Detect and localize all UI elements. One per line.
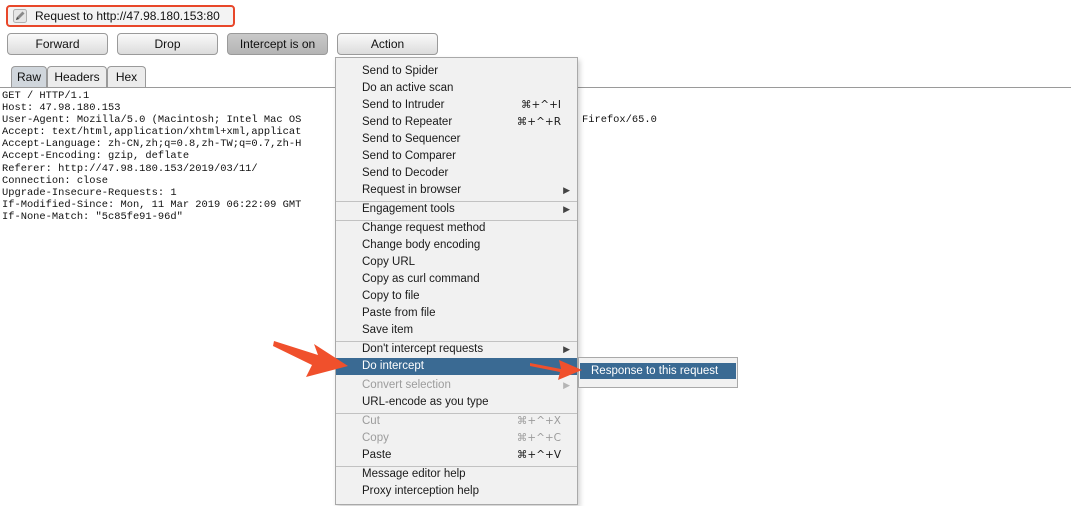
shortcut-paste: ⌘+^+V: [516, 449, 561, 461]
tab-headers[interactable]: Headers: [47, 66, 107, 87]
menu-item-send-to-spider[interactable]: Send to Spider: [336, 63, 577, 80]
menu-item-copy-to-file[interactable]: Copy to file: [336, 288, 577, 305]
menu-item-copy: Copy ⌘+^+C: [336, 430, 577, 447]
request-line: Accept: text/html,application/xhtml+xml,…: [2, 126, 302, 139]
menu-item-send-to-sequencer[interactable]: Send to Sequencer: [336, 131, 577, 148]
menu-item-request-in-browser[interactable]: Request in browser ▶: [336, 182, 577, 199]
triangle-right-icon: ▶: [563, 185, 570, 195]
tab-hex[interactable]: Hex: [107, 66, 146, 87]
menu-item-change-body-encoding[interactable]: Change body encoding: [336, 237, 577, 254]
menu-item-copy-as-curl[interactable]: Copy as curl command: [336, 271, 577, 288]
shortcut-intruder: ⌘+^+I: [521, 99, 561, 111]
menu-item-send-to-repeater[interactable]: Send to Repeater ⌘+^+R: [336, 114, 577, 131]
request-line: Upgrade-Insecure-Requests: 1: [2, 186, 177, 199]
menu-item-active-scan[interactable]: Do an active scan: [336, 80, 577, 97]
request-line: Host: 47.98.180.153: [2, 102, 121, 115]
menu-item-change-request-method[interactable]: Change request method: [336, 220, 577, 237]
drop-button[interactable]: Drop: [117, 33, 218, 55]
menu-item-message-editor-help[interactable]: Message editor help: [336, 466, 577, 483]
pencil-icon[interactable]: [13, 9, 27, 23]
request-line: If-Modified-Since: Mon, 11 Mar 2019 06:2…: [2, 198, 302, 211]
menu-item-paste[interactable]: Paste ⌘+^+V: [336, 447, 577, 464]
request-line: Accept-Encoding: gzip, deflate: [2, 150, 190, 163]
request-line: Referer: http://47.98.180.153/2019/03/11…: [2, 162, 258, 175]
shortcut-repeater: ⌘+^+R: [516, 116, 561, 128]
triangle-right-icon: ▶: [563, 344, 570, 354]
tab-raw[interactable]: Raw: [11, 66, 47, 87]
intercept-toggle-button[interactable]: Intercept is on: [227, 33, 328, 55]
raw-request-editor[interactable]: GET / HTTP/1.1 Host: 47.98.180.153 User-…: [2, 90, 301, 223]
menu-item-copy-url[interactable]: Copy URL: [336, 254, 577, 271]
request-line: Connection: close: [2, 174, 109, 187]
menu-item-dont-intercept[interactable]: Don't intercept requests ▶: [336, 341, 577, 358]
request-line: Accept-Language: zh-CN,zh;q=0.8,zh-TW;q=…: [2, 138, 302, 151]
shortcut-cut: ⌘+^+X: [516, 415, 561, 427]
request-line: GET / HTTP/1.1: [2, 90, 90, 102]
context-menu: Send to Spider Do an active scan Send to…: [335, 57, 578, 505]
forward-button[interactable]: Forward: [7, 33, 108, 55]
menu-item-send-to-intruder[interactable]: Send to Intruder ⌘+^+I: [336, 97, 577, 114]
request-title: Request to http://47.98.180.153:80: [35, 9, 220, 23]
menu-item-engagement-tools[interactable]: Engagement tools ▶: [336, 201, 577, 218]
red-arrow-icon: [273, 341, 348, 377]
request-title-bar: Request to http://47.98.180.153:80: [6, 5, 235, 27]
request-line: If-None-Match: "5c85fe91-96d": [2, 210, 183, 223]
do-intercept-submenu: Response to this request: [578, 357, 738, 388]
shortcut-copy: ⌘+^+C: [516, 432, 561, 444]
menu-item-proxy-interception-help[interactable]: Proxy interception help: [336, 483, 577, 500]
triangle-right-icon: ▶: [563, 204, 570, 214]
menu-item-paste-from-file[interactable]: Paste from file: [336, 305, 577, 322]
menu-item-response-to-this-request[interactable]: Response to this request: [580, 363, 736, 379]
request-line: User-Agent: Mozilla/5.0 (Macintosh; Inte…: [2, 114, 302, 127]
menu-item-save-item[interactable]: Save item: [336, 322, 577, 339]
menu-item-url-encode[interactable]: URL-encode as you type: [336, 394, 577, 411]
action-button[interactable]: Action: [337, 33, 438, 55]
menu-item-send-to-comparer[interactable]: Send to Comparer: [336, 148, 577, 165]
user-agent-tail: Firefox/65.0: [582, 114, 657, 127]
menu-item-send-to-decoder[interactable]: Send to Decoder: [336, 165, 577, 182]
menu-item-cut: Cut ⌘+^+X: [336, 413, 577, 430]
red-arrow-icon: [530, 360, 582, 380]
